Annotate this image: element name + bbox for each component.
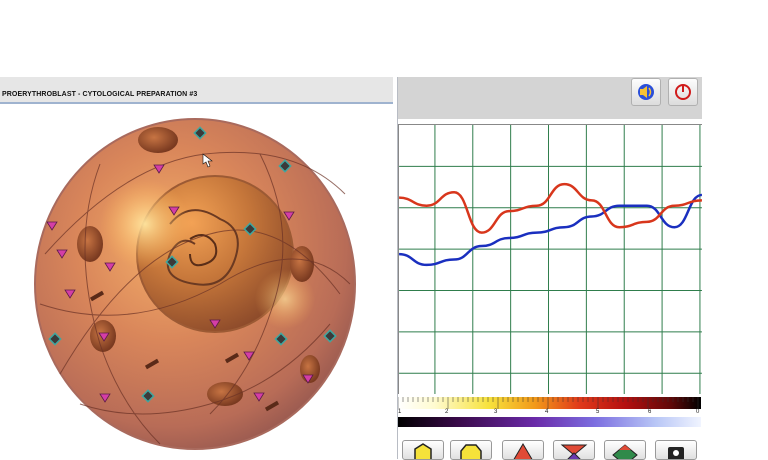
scale-label: 3 [494, 409, 498, 415]
red-hourglass-icon [560, 444, 588, 459]
title-bar: PROERYTHROBLAST - CYTOLOGICAL PREPARATIO… [0, 77, 393, 104]
shape-button-6[interactable] [655, 440, 697, 460]
toolbar [398, 77, 702, 119]
cell-illustration[interactable] [0, 104, 396, 459]
yellow-hexagon-icon [414, 443, 432, 459]
green-diamond-icon [612, 444, 638, 459]
power-button[interactable] [668, 78, 698, 106]
shape-button-1[interactable] [402, 440, 444, 460]
scale-label: 4 [545, 409, 549, 415]
shape-button-4[interactable] [553, 440, 595, 460]
power-icon [675, 84, 691, 100]
color-scale: 1 2 3 4 5 6 0 [397, 397, 701, 431]
shape-button-2[interactable] [450, 440, 492, 460]
series-line-1 [399, 193, 702, 267]
scale-label: 0 [696, 409, 700, 415]
scale-label: 2 [445, 409, 449, 415]
red-triangle-icon [513, 443, 533, 459]
window-title: PROERYTHROBLAST - CYTOLOGICAL PREPARATIO… [2, 91, 198, 98]
scale-label: 5 [596, 409, 600, 415]
scale-label: 1 [398, 409, 402, 415]
scale-labels: 1 2 3 4 5 6 0 [398, 409, 701, 417]
yellow-hexagon-icon [460, 444, 482, 459]
waveform-chart [398, 124, 702, 394]
scale-label: 6 [648, 409, 652, 415]
cell-view-panel: PROERYTHROBLAST - CYTOLOGICAL PREPARATIO… [0, 77, 398, 459]
black-square-icon [668, 447, 684, 459]
shape-button-3[interactable] [502, 440, 544, 460]
speaker-icon [638, 84, 654, 100]
analysis-panel: 1 2 3 4 5 6 0 [397, 77, 702, 460]
sound-button[interactable] [631, 78, 661, 106]
series-line-2 [399, 182, 702, 234]
shape-button-5[interactable] [604, 440, 646, 460]
